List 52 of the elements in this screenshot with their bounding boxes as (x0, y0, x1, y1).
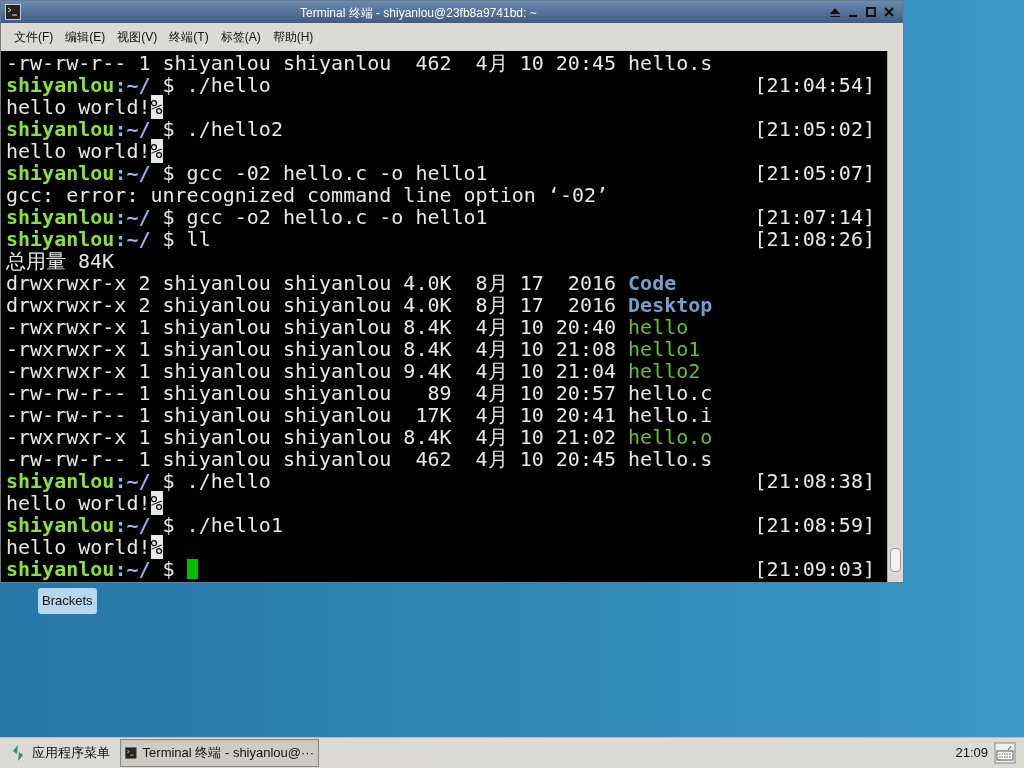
terminal-line: -rwxrwxr-x 1 shiyanlou shiyanlou 8.4K 4月 10 20:40 hello (6, 316, 689, 338)
terminal-line: -rw-rw-r-- 1 shiyanlou shiyanlou 17K 4月 10 20:41 hello.i (6, 404, 713, 426)
terminal-line: shiyanlou:~/ $ ./hello1 (6, 514, 283, 536)
menu-item[interactable]: 标签(A) (220, 28, 261, 46)
timestamp: [21:04:54] (754, 74, 875, 96)
terminal-line: -rwxrwxr-x 1 shiyanlou shiyanlou 8.4K 4月 10 21:02 hello.o (6, 426, 713, 448)
taskbar-button[interactable]: Terminal 终端 - shiyanlou@··· (120, 739, 319, 767)
terminal-line: shiyanlou:~/ $ ./hello (6, 470, 271, 492)
terminal-icon (125, 745, 137, 761)
timestamp: [21:05:07] (754, 162, 875, 184)
terminal-line: shiyanlou:~/ $ ./hello (6, 74, 271, 96)
close-icon[interactable] (883, 6, 895, 18)
terminal-line: -rwxrwxr-x 1 shiyanlou shiyanlou 8.4K 4月 10 21:08 hello1 (6, 338, 701, 360)
terminal-line: drwxrwxr-x 2 shiyanlou shiyanlou 4.0K 8月 17 2016 Desktop (6, 294, 713, 316)
terminal-line: -rw-rw-r-- 1 shiyanlou shiyanlou 89 4月 10 20:57 hello.c (6, 382, 713, 404)
timestamp: [21:05:02] (754, 118, 875, 140)
scrollbar[interactable] (887, 51, 903, 582)
app-menu-button[interactable]: 应用程序菜单 (8, 740, 114, 766)
terminal-line: hello world!% (6, 140, 163, 162)
desktop-icon-label[interactable]: Brackets (38, 588, 97, 614)
window-title: Terminal 终端 - shiyanlou@23fb8a9741bd: ~ (300, 5, 537, 22)
shade-icon[interactable] (829, 6, 841, 18)
terminal-line: hello world!% (6, 96, 163, 118)
terminal-line: drwxrwxr-x 2 shiyanlou shiyanlou 4.0K 8月 17 2016 Code (6, 272, 677, 294)
terminal-line: -rw-rw-r-- 1 shiyanlou shiyanlou 462 4月 10 20:45 hello.s (6, 52, 713, 74)
terminal-line: 总用量 84K (6, 250, 115, 272)
timestamp: [21:08:26] (754, 228, 875, 250)
terminal-line: gcc: error: unrecognized command line option ‘-02’ (6, 184, 609, 206)
leaf-icon (12, 744, 24, 762)
terminal-line: shiyanlou:~/ $ gcc -o2 hello.c -o hello1 (6, 206, 488, 228)
timestamp: [21:08:59] (754, 514, 875, 536)
clock: 21:09 (955, 744, 988, 763)
menu-item[interactable]: 视图(V) (117, 28, 158, 46)
keyboard-icon[interactable] (994, 742, 1016, 764)
terminal-line: shiyanlou:~/ $ gcc -02 hello.c -o hello1 (6, 162, 488, 184)
timestamp: [21:08:38] (754, 470, 875, 492)
terminal-line: shiyanlou:~/ $ ./hello2 (6, 118, 283, 140)
menu-item[interactable]: 帮助(H) (272, 28, 314, 46)
maximize-icon[interactable] (865, 6, 877, 18)
timestamp: [21:09:03] (754, 558, 875, 580)
menu-item[interactable]: 文件(F) (14, 28, 54, 46)
timestamp: [21:07:14] (754, 206, 875, 228)
terminal-line: shiyanlou:~/ $ (6, 558, 176, 580)
terminal-line: hello world!% (6, 492, 163, 514)
terminal-line: shiyanlou:~/ $ ll (6, 228, 211, 250)
scrollbar-thumb[interactable] (890, 548, 901, 572)
menu-item[interactable]: 编辑(E) (65, 28, 106, 46)
terminal-line: hello world!% (6, 536, 163, 558)
terminal-line: -rwxrwxr-x 1 shiyanlou shiyanlou 9.4K 4月 10 21:04 hello2 (6, 360, 701, 382)
terminal-icon[interactable] (5, 4, 21, 20)
menu-item[interactable]: 终端(T) (169, 28, 209, 46)
terminal-line: -rw-rw-r-- 1 shiyanlou shiyanlou 462 4月 10 20:45 hello.s (6, 448, 713, 470)
